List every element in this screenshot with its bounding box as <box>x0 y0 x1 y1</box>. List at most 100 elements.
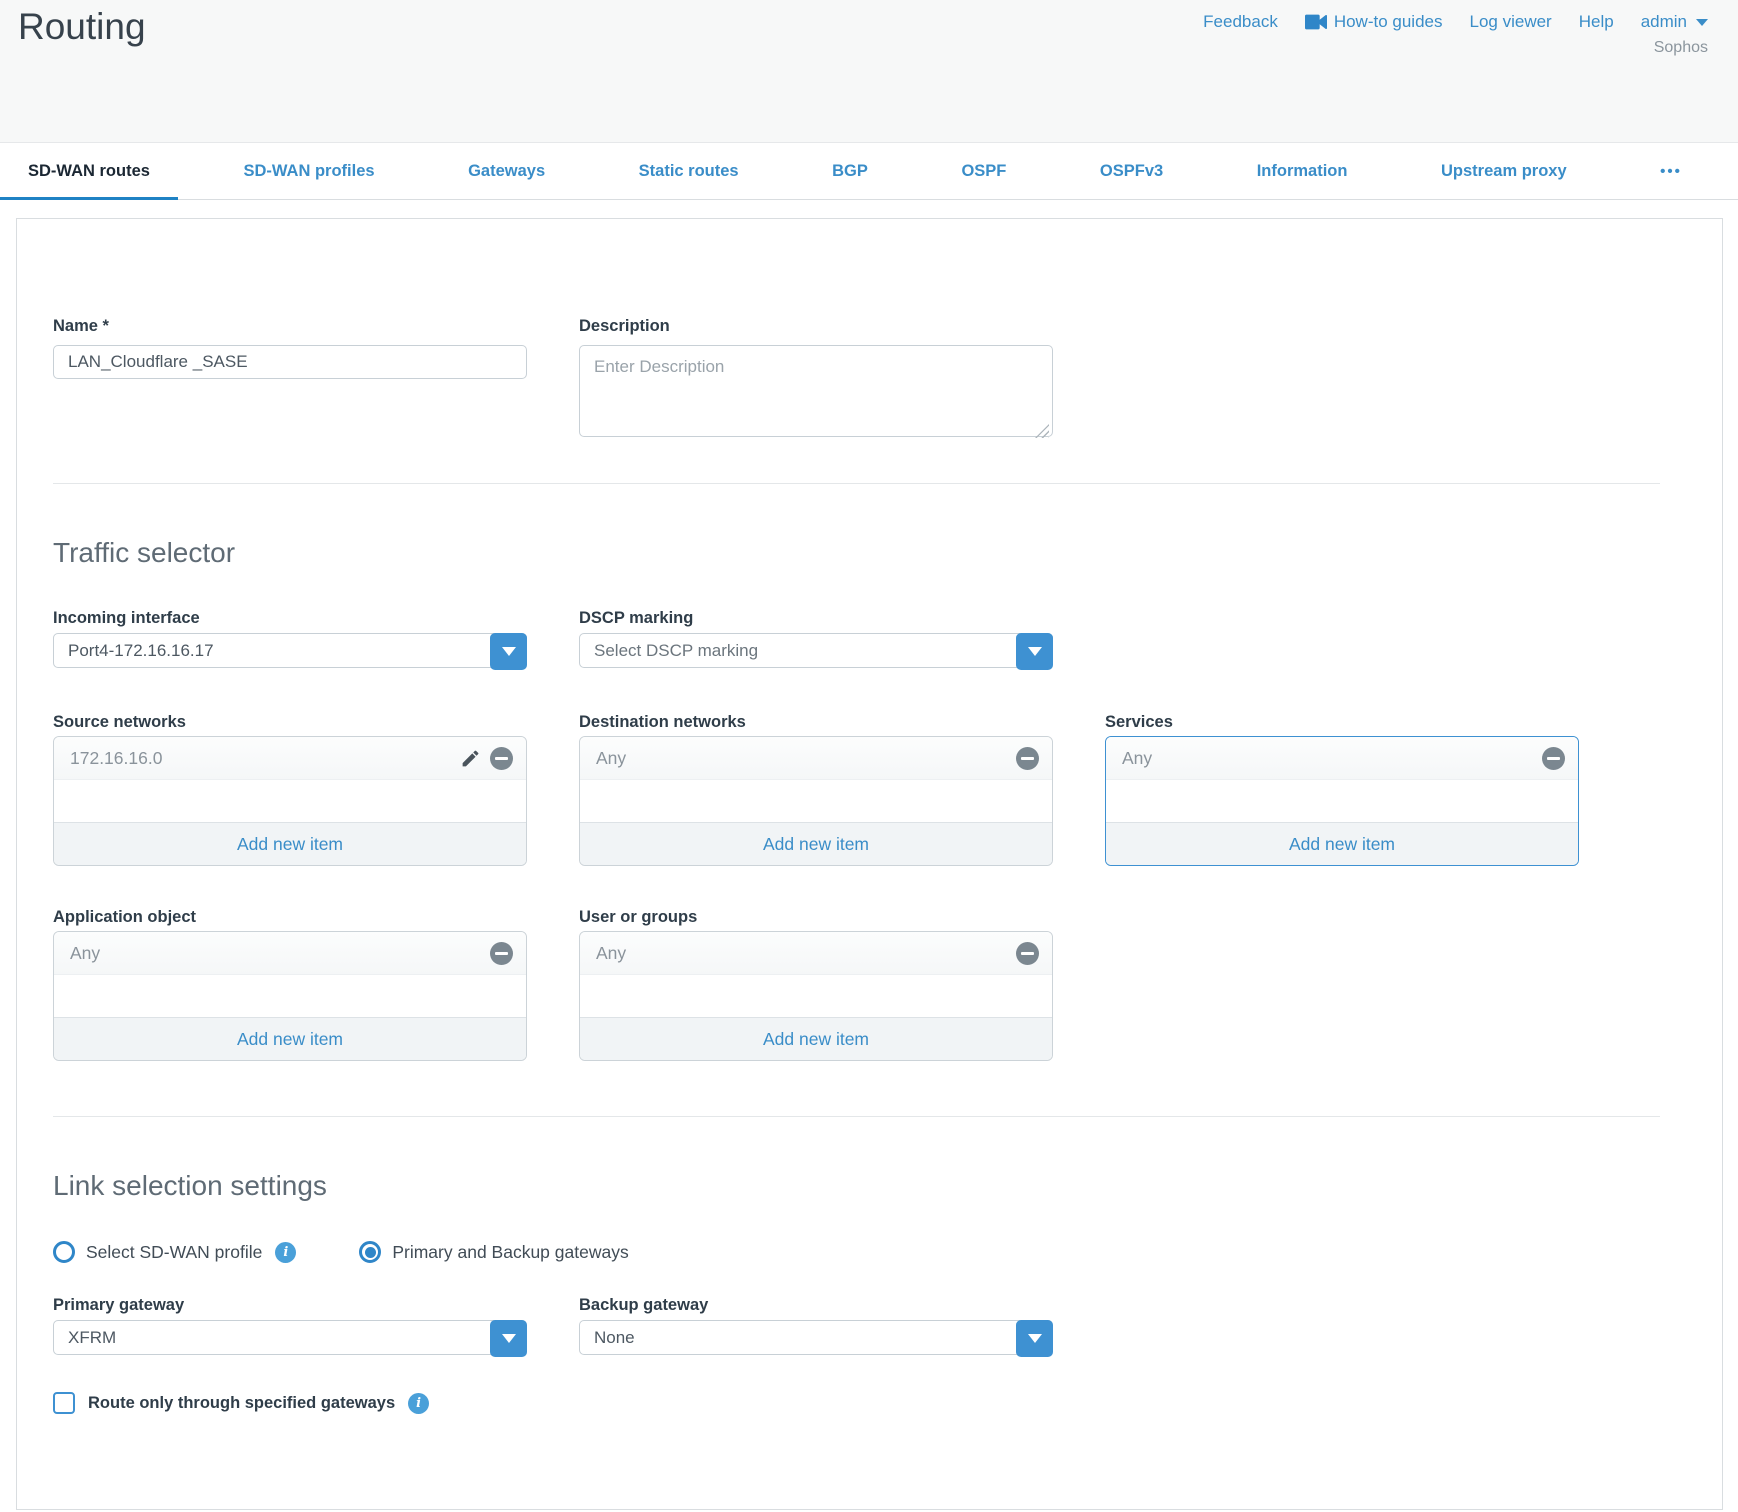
help-link[interactable]: Help <box>1579 12 1614 32</box>
feedback-link[interactable]: Feedback <box>1203 12 1278 32</box>
add-destination-network-button[interactable]: Add new item <box>580 822 1052 865</box>
link-selection-heading: Link selection settings <box>53 1169 1660 1203</box>
user-or-groups-box: Any Add new item <box>579 931 1053 1061</box>
radio-select-sd-wan-profile[interactable]: Select SD-WAN profile i <box>53 1241 296 1263</box>
remove-item-icon[interactable] <box>490 747 513 770</box>
dropdown-arrow-icon[interactable] <box>490 633 527 670</box>
remove-item-icon[interactable] <box>1016 942 1039 965</box>
name-description-row: Name * Description <box>53 317 1660 442</box>
add-application-button[interactable]: Add new item <box>54 1017 526 1060</box>
tab-information[interactable]: Information <box>1229 143 1376 199</box>
primary-gateway-value: XFRM <box>68 1328 116 1348</box>
section-divider <box>53 1116 1660 1117</box>
destination-networks-label: Destination networks <box>579 713 1053 732</box>
dscp-marking-select[interactable]: Select DSCP marking <box>579 633 1053 668</box>
application-object-label: Application object <box>53 908 527 927</box>
dscp-marking-group: DSCP marking Select DSCP marking <box>579 609 1053 668</box>
primary-gateway-select[interactable]: XFRM <box>53 1320 527 1355</box>
add-user-group-button[interactable]: Add new item <box>580 1017 1052 1060</box>
list-item-text: Any <box>1122 748 1542 769</box>
primary-gateway-label: Primary gateway <box>53 1296 527 1315</box>
description-label: Description <box>579 317 1053 336</box>
description-textarea[interactable] <box>579 345 1053 437</box>
item-list-empty-area <box>1106 780 1578 822</box>
page-header: Routing Feedback How-to guides Log viewe… <box>0 0 1738 142</box>
gateways-row: Primary gateway XFRM Backup gateway None <box>53 1296 1660 1355</box>
radio-label: Select SD-WAN profile <box>86 1242 262 1263</box>
page-title: Routing <box>18 6 146 48</box>
route-only-checkbox[interactable] <box>53 1392 75 1414</box>
user-or-groups-group: User or groups Any Add new item <box>579 908 1053 1061</box>
list-item: Any <box>580 932 1052 975</box>
item-list-empty-area <box>580 780 1052 822</box>
list-item-text: Any <box>596 748 1016 769</box>
list-item: Any <box>1106 737 1578 780</box>
info-icon[interactable]: i <box>408 1393 429 1414</box>
application-users-row: Application object Any Add new item User… <box>53 908 1660 1061</box>
tab-ospfv3[interactable]: OSPFv3 <box>1072 143 1191 199</box>
remove-item-icon[interactable] <box>1016 747 1039 770</box>
source-networks-group: Source networks 172.16.16.0 Add new item <box>53 713 527 866</box>
networks-row: Source networks 172.16.16.0 Add new item… <box>53 713 1660 866</box>
name-input[interactable] <box>53 345 527 379</box>
howto-guides-link[interactable]: How-to guides <box>1305 12 1443 32</box>
user-or-groups-label: User or groups <box>579 908 1053 927</box>
dscp-marking-label: DSCP marking <box>579 609 1053 628</box>
source-networks-box: 172.16.16.0 Add new item <box>53 736 527 866</box>
name-field-group: Name * <box>53 317 527 442</box>
name-label: Name * <box>53 317 527 336</box>
incoming-interface-value: Port4-172.16.16.17 <box>68 641 214 661</box>
remove-item-icon[interactable] <box>1542 747 1565 770</box>
edit-icon[interactable] <box>460 748 481 769</box>
tab-bgp[interactable]: BGP <box>804 143 896 199</box>
list-item: Any <box>580 737 1052 780</box>
radio-icon[interactable] <box>53 1241 75 1263</box>
add-service-button[interactable]: Add new item <box>1106 822 1578 865</box>
info-icon[interactable]: i <box>275 1242 296 1263</box>
remove-item-icon[interactable] <box>490 942 513 965</box>
dropdown-arrow-icon[interactable] <box>1016 1320 1053 1357</box>
destination-networks-group: Destination networks Any Add new item <box>579 713 1053 866</box>
incoming-interface-select[interactable]: Port4-172.16.16.17 <box>53 633 527 668</box>
dscp-marking-value: Select DSCP marking <box>594 641 758 661</box>
tab-static-routes[interactable]: Static routes <box>611 143 767 199</box>
log-viewer-link[interactable]: Log viewer <box>1470 12 1552 32</box>
services-group: Services Any Add new item <box>1105 713 1579 866</box>
admin-menu[interactable]: admin <box>1641 12 1708 32</box>
list-item: 172.16.16.0 <box>54 737 526 780</box>
backup-gateway-group: Backup gateway None <box>579 1296 1053 1355</box>
tab-bar: SD-WAN routes SD-WAN profiles Gateways S… <box>0 142 1738 200</box>
description-field-group: Description <box>579 317 1053 442</box>
services-box: Any Add new item <box>1105 736 1579 866</box>
primary-gateway-group: Primary gateway XFRM <box>53 1296 527 1355</box>
item-list-empty-area <box>54 975 526 1017</box>
dropdown-arrow-icon[interactable] <box>1016 633 1053 670</box>
header-right: Feedback How-to guides Log viewer Help a… <box>1203 12 1708 57</box>
link-selection-radios: Select SD-WAN profile i Primary and Back… <box>53 1241 1660 1263</box>
tab-ospf[interactable]: OSPF <box>933 143 1034 199</box>
tab-sd-wan-routes[interactable]: SD-WAN routes <box>0 143 178 199</box>
add-source-network-button[interactable]: Add new item <box>54 822 526 865</box>
interface-dscp-row: Incoming interface Port4-172.16.16.17 DS… <box>53 609 1660 668</box>
source-networks-label: Source networks <box>53 713 527 732</box>
dropdown-arrow-icon[interactable] <box>490 1320 527 1357</box>
tab-sd-wan-profiles[interactable]: SD-WAN profiles <box>215 143 402 199</box>
incoming-interface-label: Incoming interface <box>53 609 527 628</box>
tab-upstream-proxy[interactable]: Upstream proxy <box>1413 143 1595 199</box>
list-item-text: Any <box>596 943 1016 964</box>
radio-icon[interactable] <box>359 1241 381 1263</box>
backup-gateway-label: Backup gateway <box>579 1296 1053 1315</box>
traffic-selector-heading: Traffic selector <box>53 536 1660 570</box>
backup-gateway-select[interactable]: None <box>579 1320 1053 1355</box>
tab-gateways[interactable]: Gateways <box>440 143 573 199</box>
application-object-box: Any Add new item <box>53 931 527 1061</box>
radio-primary-backup-gateways[interactable]: Primary and Backup gateways <box>359 1241 628 1263</box>
incoming-interface-group: Incoming interface Port4-172.16.16.17 <box>53 609 527 668</box>
header-links: Feedback How-to guides Log viewer Help a… <box>1203 12 1708 32</box>
item-list-empty-area <box>580 975 1052 1017</box>
section-divider <box>53 483 1660 484</box>
tab-more-menu[interactable]: ••• <box>1632 143 1710 199</box>
list-item-text: Any <box>70 943 490 964</box>
route-only-checkbox-row: Route only through specified gateways i <box>53 1392 1660 1414</box>
backup-gateway-value: None <box>594 1328 635 1348</box>
